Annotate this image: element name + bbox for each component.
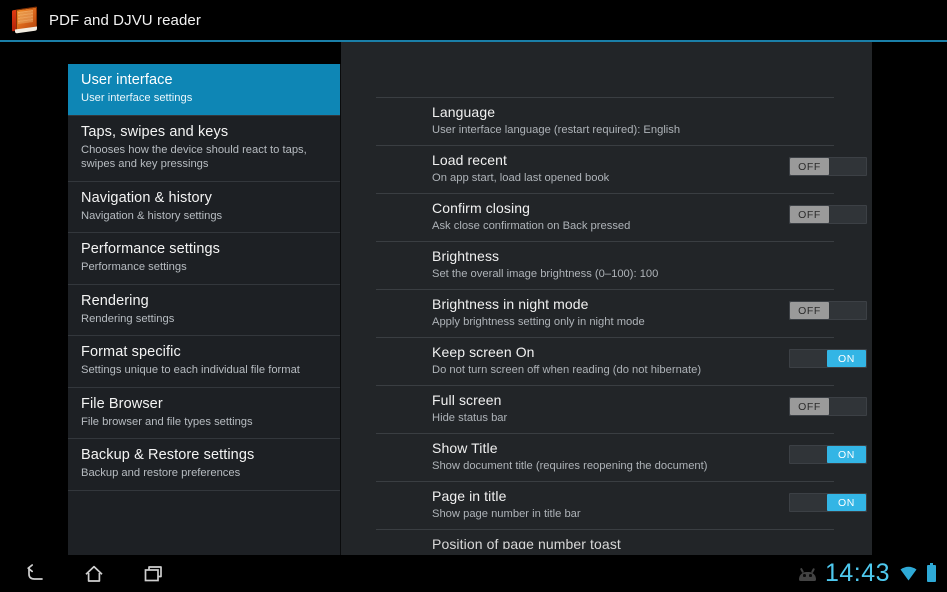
toggle-state-label: ON (827, 494, 866, 511)
back-button[interactable] (20, 561, 50, 587)
settings-row-brightness-in-night-mode[interactable]: Brightness in night mode Apply brightness… (376, 289, 867, 337)
settings-row-language[interactable]: Language User interface language (restart… (376, 97, 834, 145)
settings-detail-panel: Language User interface language (restart… (341, 42, 873, 555)
settings-row-full-screen[interactable]: Full screen Hide status bar OFF (376, 385, 867, 433)
row-title: Position of page number toast (432, 536, 621, 549)
sidebar-item-subtitle: Performance settings (81, 261, 187, 273)
row-subtitle: Ask close confirmation on Back pressed (432, 220, 631, 232)
row-title: Brightness (432, 248, 500, 264)
sidebar-item-title: File Browser (81, 395, 163, 412)
toggle-state-label: OFF (790, 158, 829, 175)
row-subtitle: Show document title (requires reopening … (432, 460, 708, 472)
settings-category-list: User interface User interface settings Tap… (68, 64, 341, 555)
toggle-switch[interactable]: OFF (789, 397, 867, 416)
sidebar-item-navigation-history[interactable]: Navigation & history Navigation & history… (68, 180, 340, 233)
toggle-state-label: ON (827, 446, 866, 463)
sidebar-item-user-interface[interactable]: User interface User interface settings (68, 64, 340, 115)
sidebar-item-subtitle: User interface settings (81, 92, 193, 104)
settings-row-confirm-closing[interactable]: Confirm closing Ask close confirmation on… (376, 193, 867, 241)
sidebar-item-title: Performance settings (81, 241, 221, 257)
sidebar-item-subtitle: File browser and file types settings (81, 415, 253, 428)
row-title: Confirm closing (432, 200, 530, 216)
row-title: Brightness in night mode (432, 296, 589, 312)
sidebar-item-rendering[interactable]: Rendering Rendering settings (68, 283, 340, 336)
home-icon (85, 565, 103, 582)
row-title: Full screen (432, 392, 502, 408)
toggle-state-label: OFF (790, 398, 829, 415)
settings-row-show-title[interactable]: Show Title Show document title (requires … (376, 433, 867, 481)
sidebar-item-title: Navigation & history (81, 189, 212, 206)
android-icon (798, 566, 816, 581)
settings-row-list[interactable]: Language User interface language (restart… (341, 97, 872, 555)
system-navigation-bar: 14:43 (0, 555, 947, 592)
title-bar: PDF and DJVU reader (0, 0, 947, 40)
sidebar-item-title: User interface (81, 72, 173, 88)
sidebar-item-subtitle: Navigation & history settings (81, 209, 223, 222)
book-icon (10, 6, 40, 34)
recent-apps-icon (144, 565, 162, 581)
sidebar-item-title: Taps, swipes and keys (81, 123, 229, 140)
toggle-switch[interactable]: ON (789, 493, 867, 512)
home-button[interactable] (79, 561, 109, 587)
sidebar-item-format-specific[interactable]: Format specific Settings unique to each i… (68, 335, 340, 387)
sidebar-item-subtitle: Settings unique to each individual file … (81, 364, 300, 376)
wifi-icon (900, 566, 917, 581)
toggle-switch[interactable]: OFF (789, 301, 867, 320)
row-subtitle: User interface language (restart require… (432, 124, 681, 136)
row-subtitle: Apply brightness setting only in night m… (432, 316, 645, 328)
sidebar-item-taps-swipes-and-keys[interactable]: Taps, swipes and keys Chooses how the dev… (68, 114, 340, 181)
settings-row-clipped[interactable]: Position of page number toast (376, 529, 834, 549)
row-subtitle: On app start, load last opened book (432, 172, 610, 184)
sidebar-item-title: Rendering (81, 292, 149, 309)
settings-stage: User interface User interface settings Tap… (0, 42, 947, 555)
row-subtitle: Hide status bar (432, 412, 508, 424)
sidebar-item-file-browser[interactable]: File Browser File browser and file types … (68, 386, 340, 439)
sidebar-item-backup-restore-settings[interactable]: Backup & Restore settings Backup and rest… (68, 438, 340, 490)
clock[interactable]: 14:43 (825, 561, 890, 586)
settings-row-brightness[interactable]: Brightness Set the overall image brightne… (376, 241, 834, 289)
sidebar-end-divider (68, 489, 340, 491)
toggle-switch[interactable]: ON (789, 445, 867, 464)
settings-row-load-recent[interactable]: Load recent On app start, load last opene… (376, 145, 867, 193)
sidebar-item-subtitle: Backup and restore preferences (81, 467, 241, 479)
battery-icon (927, 562, 936, 582)
row-title: Show Title (432, 440, 498, 456)
toggle-state-label: OFF (790, 302, 829, 319)
settings-row-page-in-title[interactable]: Page in title Show page number in title b… (376, 481, 867, 529)
sidebar-item-subtitle: Chooses how the device should react to t… (81, 143, 307, 171)
toggle-switch[interactable]: ON (789, 349, 867, 368)
toggle-switch[interactable]: OFF (789, 157, 867, 176)
sidebar-item-performance-settings[interactable]: Performance settings Performance settings (68, 232, 340, 284)
settings-row-keep-screen-on[interactable]: Keep screen On Do not turn screen off whe… (376, 337, 867, 385)
toggle-state-label: ON (827, 350, 866, 367)
app-title: PDF and DJVU reader (49, 11, 201, 29)
sidebar-item-subtitle: Rendering settings (81, 312, 175, 325)
sidebar-item-title: Format specific (81, 344, 181, 360)
row-subtitle: Do not turn screen off when reading (do … (432, 364, 702, 376)
row-title: Load recent (432, 152, 508, 168)
back-arrow-icon (27, 563, 43, 580)
row-subtitle: Show page number in title bar (432, 508, 581, 520)
recents-button[interactable] (138, 561, 168, 587)
row-subtitle: Set the overall image brightness (0–100)… (432, 268, 659, 280)
toggle-switch[interactable]: OFF (789, 205, 867, 224)
tablet-screen: PDF and DJVU reader User interface User i… (0, 0, 947, 592)
toggle-state-label: OFF (790, 206, 829, 223)
row-title: Keep screen On (432, 344, 535, 360)
sidebar-item-title: Backup & Restore settings (81, 447, 255, 463)
row-title: Language (432, 104, 496, 120)
row-title: Page in title (432, 488, 507, 504)
